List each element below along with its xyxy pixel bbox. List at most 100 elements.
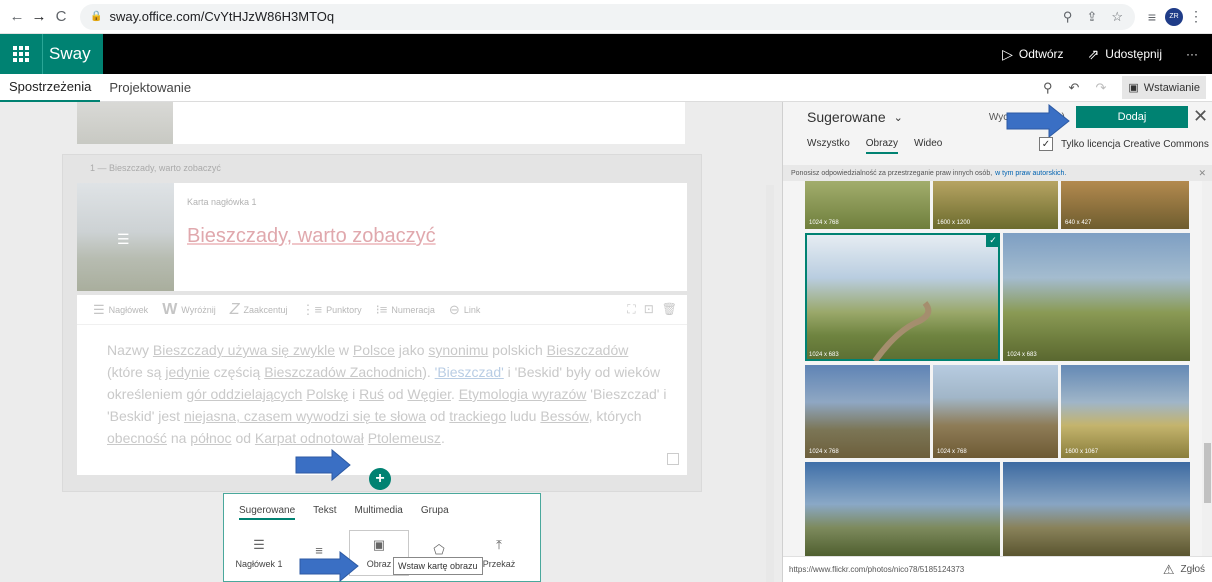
tab-storyline[interactable]: Spostrzeżenia	[0, 74, 101, 102]
add-button[interactable]: Dodaj	[1076, 106, 1188, 128]
storyline-scrollbar[interactable]	[766, 185, 774, 582]
image-source-footer: https://www.flickr.com/photos/nico78/518…	[783, 556, 1212, 582]
notice-close-icon[interactable]: ✕	[1198, 168, 1206, 179]
image-result[interactable]: 1024 x 768	[805, 181, 930, 229]
app-name[interactable]: Sway	[42, 34, 103, 74]
image-result[interactable]: 640 x 427	[1061, 181, 1189, 229]
popup-tab-text[interactable]: Tekst	[313, 505, 336, 520]
group-label: 1 — Bieszczady, warto zobaczyć	[90, 163, 221, 173]
annotation-arrow-add	[295, 448, 351, 482]
image-result[interactable]: 1024 x 683	[1003, 233, 1190, 361]
reload-icon[interactable]: C	[50, 6, 72, 28]
selected-check-icon: ✓	[986, 233, 1000, 247]
filter-tab-images[interactable]: Obrazy	[865, 138, 899, 154]
popup-tab-media[interactable]: Multimedia	[355, 505, 403, 520]
chevron-down-icon: ⌄	[893, 111, 903, 124]
paragraph-text[interactable]: Nazwy Bieszczady używa się zwykle w Pols…	[107, 339, 667, 449]
browser-menu-icon[interactable]: ⋮	[1185, 8, 1207, 25]
share-button[interactable]: ⇗ Udostępnij	[1088, 46, 1162, 63]
insert-button[interactable]: ▣ Wstawianie	[1122, 76, 1206, 99]
image-card-tooltip: Wstaw kartę obrazu	[393, 557, 483, 575]
image-result[interactable]: 1600 x 1067	[1061, 365, 1189, 458]
image-results: 1024 x 768 1600 x 1200 640 x 427 ✓ 1024 …	[783, 181, 1212, 556]
scrollbar-thumb[interactable]	[1204, 443, 1211, 503]
text-format-toolbar: ☰ Nagłówek W Wyróżnij Z Zaakcentuj ⋮≡ Punkto…	[77, 295, 687, 325]
upload-icon: ⤒	[496, 537, 502, 552]
search-icon[interactable]: ⚲	[1043, 80, 1053, 96]
previous-card[interactable]	[77, 102, 685, 144]
image-result[interactable]: 1024 x 768	[805, 365, 930, 458]
warning-icon: ⚠	[1162, 561, 1175, 577]
emphasize-icon: W	[162, 300, 178, 318]
creative-commons-checkbox[interactable]: ✓ Tylko licencja Creative Commons	[1039, 137, 1209, 151]
insert-pane: Sugerowane ⌄ Wyczyść 1) Dodaj ✕ Wszystko…	[782, 102, 1212, 582]
section-group: 1 — Bieszczady, warto zobaczyć ☰ Karta n…	[62, 154, 702, 492]
heading-title[interactable]: Bieszczady, warto zobaczyć	[187, 225, 436, 248]
heading-card-kicker: Karta nagłówka 1	[187, 197, 257, 207]
focus-point-icon[interactable]: ⊡	[644, 302, 654, 317]
zoom-icon[interactable]: ⚲	[1063, 9, 1073, 25]
share-icon: ⇗	[1087, 45, 1100, 62]
insert-heading-card[interactable]: ☰ Nagłówek 1	[229, 530, 289, 576]
copyright-link[interactable]: w tym praw autorskich.	[995, 170, 1066, 177]
popup-tab-suggested[interactable]: Sugerowane	[239, 505, 296, 520]
heading-card[interactable]: ☰ Karta nagłówka 1 Bieszczady, warto zob…	[77, 183, 687, 291]
focus-icon[interactable]: ⛶	[627, 302, 635, 317]
undo-icon[interactable]: ↶	[1069, 80, 1080, 96]
url-text: sway.office.com/CvYtHJzW86H3MTOq	[109, 9, 335, 24]
numbering-button[interactable]: ⁝≡ Numeracja	[376, 302, 435, 318]
tab-design[interactable]: Projektowanie	[100, 74, 200, 102]
redo-icon[interactable]: ↷	[1095, 80, 1106, 96]
insert-card-popup: Sugerowane Tekst Multimedia Grupa ☰ Nagł…	[223, 493, 541, 582]
profile-avatar[interactable]: ZR	[1165, 7, 1183, 26]
forward-icon[interactable]: →	[28, 6, 50, 28]
accent-icon: Z	[229, 300, 240, 318]
group-card-icon: ⬠	[433, 542, 445, 557]
filter-tab-video[interactable]: Wideo	[914, 138, 942, 154]
app-launcher-icon[interactable]	[0, 34, 42, 74]
add-card-button[interactable]: +	[369, 468, 391, 490]
checkbox-check-icon: ✓	[1039, 137, 1053, 151]
previous-card-image	[77, 102, 173, 144]
copyright-notice: Ponosisz odpowiedzialność za przestrzega…	[783, 165, 1212, 181]
sway-app-bar: Sway ▷ Odtwórz ⇗ Udostępnij ···	[0, 34, 1212, 74]
heading-format-button[interactable]: ☰ Nagłówek	[93, 302, 148, 318]
report-button[interactable]: ⚠ Zgłoś	[1163, 562, 1212, 578]
emphasize-button[interactable]: W Wyróżnij	[162, 301, 216, 319]
image-source-url[interactable]: https://www.flickr.com/photos/nico78/518…	[789, 565, 964, 574]
image-result-selected[interactable]: ✓ 1024 x 683	[805, 233, 1000, 361]
bookmark-star-icon[interactable]: ☆	[1111, 9, 1123, 25]
accent-button[interactable]: Z Zaakcentuj	[230, 301, 288, 319]
delete-icon[interactable]: 🗑	[662, 302, 677, 317]
ribbon: Spostrzeżenia Projektowanie ⚲ ↶ ↷ ▣ Wsta…	[0, 74, 1212, 102]
heading-icon: ☰	[93, 301, 105, 317]
popup-tab-group[interactable]: Grupa	[421, 505, 449, 520]
image-result[interactable]	[805, 462, 1000, 556]
image-result[interactable]	[1003, 462, 1190, 556]
filter-tab-all[interactable]: Wszystko	[807, 138, 850, 154]
close-icon[interactable]: ✕	[1193, 106, 1208, 127]
more-options-button[interactable]: ···	[1186, 47, 1198, 61]
lock-icon: 🔒	[90, 11, 103, 22]
address-bar[interactable]: 🔒 sway.office.com/CvYtHJzW86H3MTOq ⚲ ⇪ ☆	[80, 3, 1135, 30]
annotation-arrow-add-pane	[1006, 104, 1070, 138]
bullets-button[interactable]: ⋮≡ Punktory	[302, 302, 362, 318]
link-icon: ⊖	[448, 301, 460, 317]
heading-card-icon: ☰	[253, 537, 265, 552]
browser-toolbar: ← → C 🔒 sway.office.com/CvYtHJzW86H3MTOq…	[0, 0, 1212, 34]
bullets-icon: ⋮≡	[301, 301, 323, 317]
play-icon: ▷	[1002, 45, 1013, 62]
text-card[interactable]: ☰ Nagłówek W Wyróżnij Z Zaakcentuj ⋮≡ Punkto…	[77, 295, 687, 475]
image-result[interactable]: 1024 x 768	[933, 365, 1058, 458]
back-icon[interactable]: ←	[6, 6, 28, 28]
play-button[interactable]: ▷ Odtwórz	[1002, 46, 1063, 63]
share-page-icon[interactable]: ⇪	[1086, 9, 1097, 25]
suggested-dropdown[interactable]: Sugerowane ⌄	[807, 109, 903, 125]
image-results-scrollbar[interactable]	[1202, 181, 1212, 556]
reading-list-icon[interactable]: ≡	[1141, 9, 1163, 25]
annotation-arrow-image	[299, 551, 359, 582]
image-result[interactable]: 1600 x 1200	[933, 181, 1058, 229]
card-select-checkbox[interactable]	[667, 453, 679, 465]
trail-path	[872, 301, 932, 361]
link-button[interactable]: ⊖ Link	[449, 302, 480, 318]
